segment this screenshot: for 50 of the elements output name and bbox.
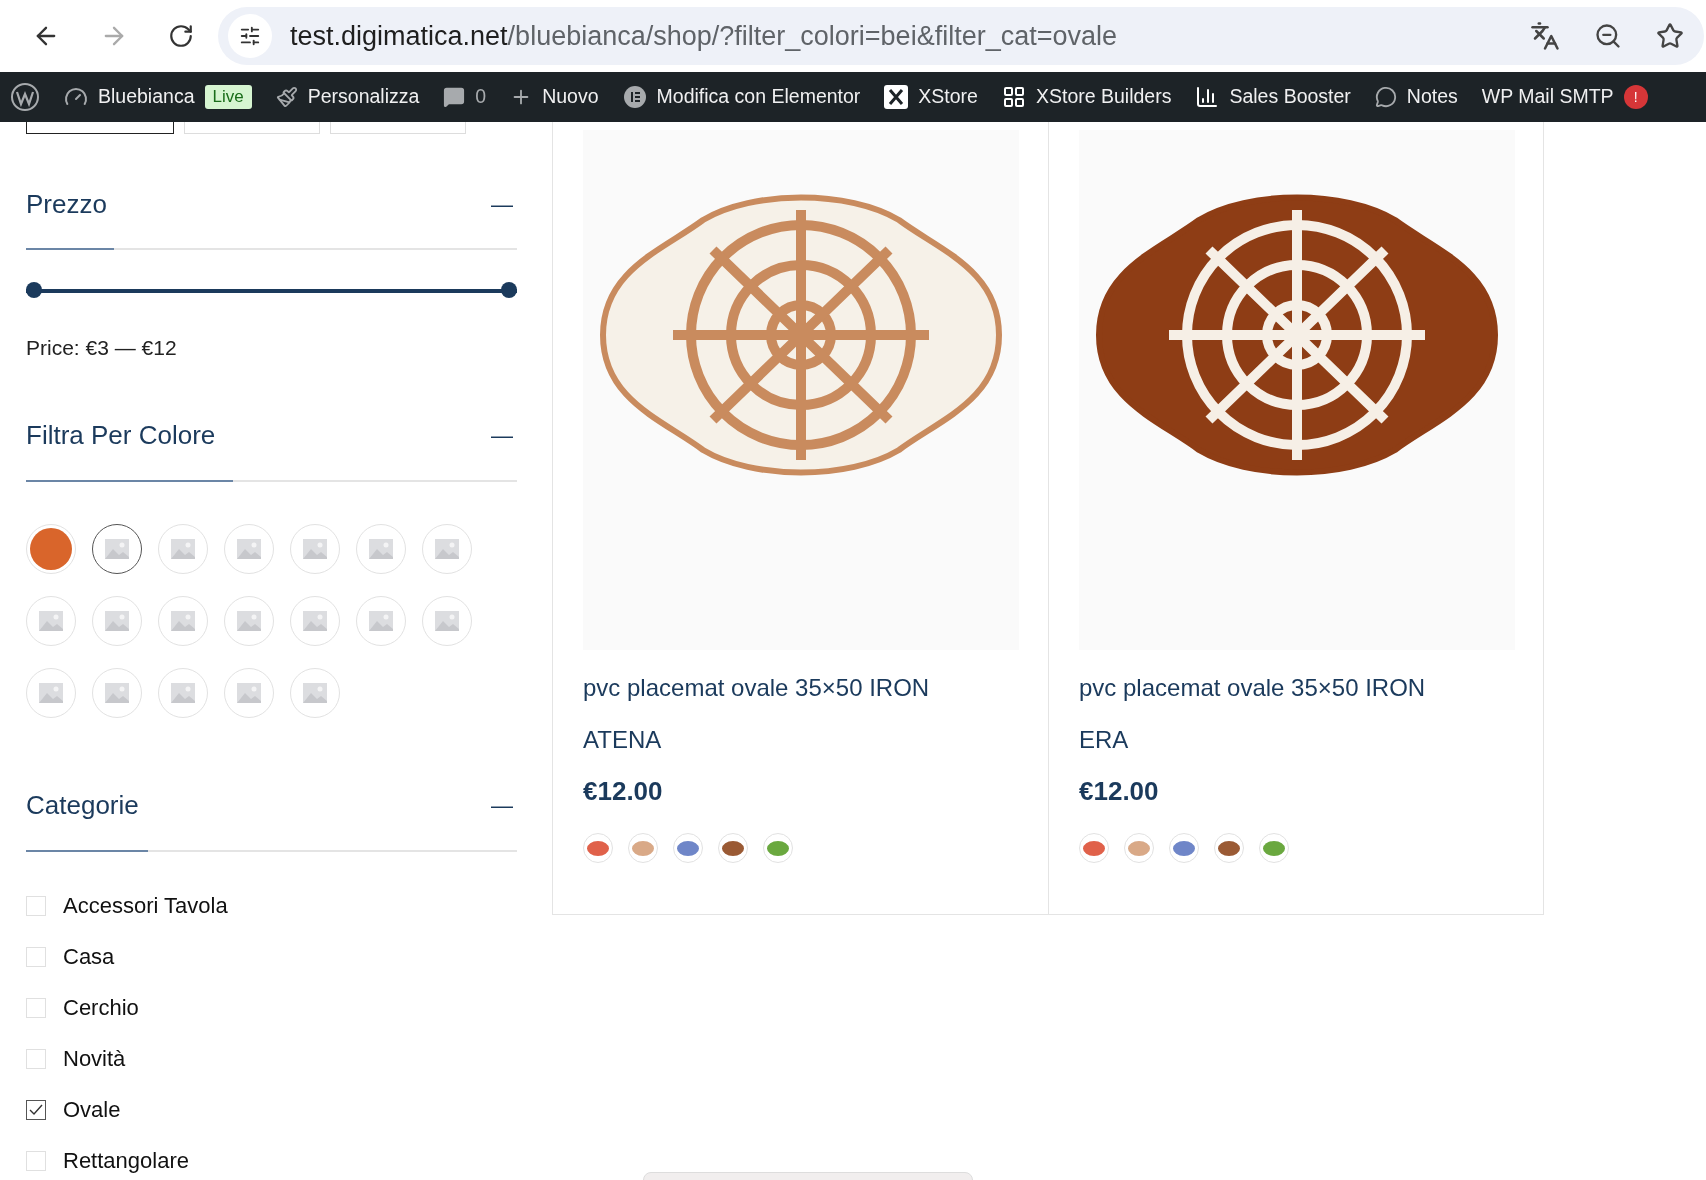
product-title[interactable]: pvc placemat ovale 35×50 IRON ATENA (583, 662, 1048, 766)
category-label[interactable]: Rettangolare (63, 1144, 189, 1177)
zoom-out-icon[interactable] (1594, 22, 1622, 50)
grid-icon (1001, 85, 1026, 109)
live-badge: Live (204, 85, 252, 109)
bookmark-star-icon[interactable] (1656, 22, 1684, 50)
address-bar[interactable]: test.digimatica.net/bluebianca/shop/?filter_colori=bei&filter_cat=ovale (218, 7, 1704, 65)
section-title: Categorie (26, 789, 139, 822)
admin-bar-link[interactable]: 0 (475, 82, 487, 112)
price-range-text: Price: €3 — €12 (26, 335, 178, 361)
category-label[interactable]: Novità (63, 1042, 126, 1075)
site-settings-icon[interactable] (228, 14, 272, 58)
translate-icon[interactable] (1530, 21, 1560, 51)
admin-bar-link[interactable]: XStore (918, 82, 978, 112)
category-label[interactable]: Accessori Tavola (63, 889, 228, 922)
x-logo-icon (884, 85, 909, 109)
slider-handle[interactable] (26, 282, 42, 298)
slider-handle[interactable] (501, 282, 517, 298)
elementor-logo-icon (622, 85, 647, 109)
category-label[interactable]: Casa (63, 940, 115, 973)
category-checkbox[interactable] (26, 1099, 46, 1120)
chat-bubble-icon (1374, 86, 1397, 108)
alert-badge: ! (1623, 85, 1648, 109)
comment-icon (443, 86, 466, 108)
admin-bar-link[interactable]: XStore Builders (1035, 82, 1172, 112)
product-title[interactable]: pvc placemat ovale 35×50 IRON ERA (1079, 662, 1543, 766)
paintbrush-icon (275, 86, 298, 108)
product-photo[interactable] (1079, 130, 1515, 650)
price-slider[interactable] (26, 282, 517, 300)
collapse-button[interactable]: — (491, 789, 517, 822)
category-label[interactable]: Cerchio (63, 991, 139, 1024)
filter-tab-edge[interactable] (26, 122, 174, 134)
collapse-button[interactable]: — (491, 187, 517, 221)
admin-bar-link[interactable]: Nuovo (542, 82, 599, 112)
category-label[interactable]: Ovale (63, 1093, 121, 1126)
collapse-button[interactable]: — (491, 419, 517, 452)
admin-bar-link[interactable]: Notes (1406, 82, 1458, 112)
admin-bar-link[interactable]: Modifica con Elementor (656, 82, 861, 112)
section-title: Prezzo (26, 187, 107, 221)
url-text: test.digimatica.net/bluebianca/shop/?filter_colori=bei&filter_cat=ovale (290, 19, 1117, 53)
bar-chart-icon (1195, 85, 1220, 109)
admin-bar-link[interactable]: Sales Booster (1229, 82, 1351, 112)
section-title: Filtra Per Colore (26, 419, 216, 452)
admin-bar-link[interactable]: WP Mail SMTP (1481, 82, 1614, 112)
admin-bar-link[interactable]: Personalizza (307, 82, 420, 112)
site-link[interactable]: Bluebianca (98, 82, 195, 112)
wordpress-logo-icon[interactable] (10, 82, 40, 112)
product-price: €12.00 (1079, 775, 1160, 808)
product-price: €12.00 (583, 775, 664, 808)
reload-icon[interactable] (168, 23, 194, 49)
